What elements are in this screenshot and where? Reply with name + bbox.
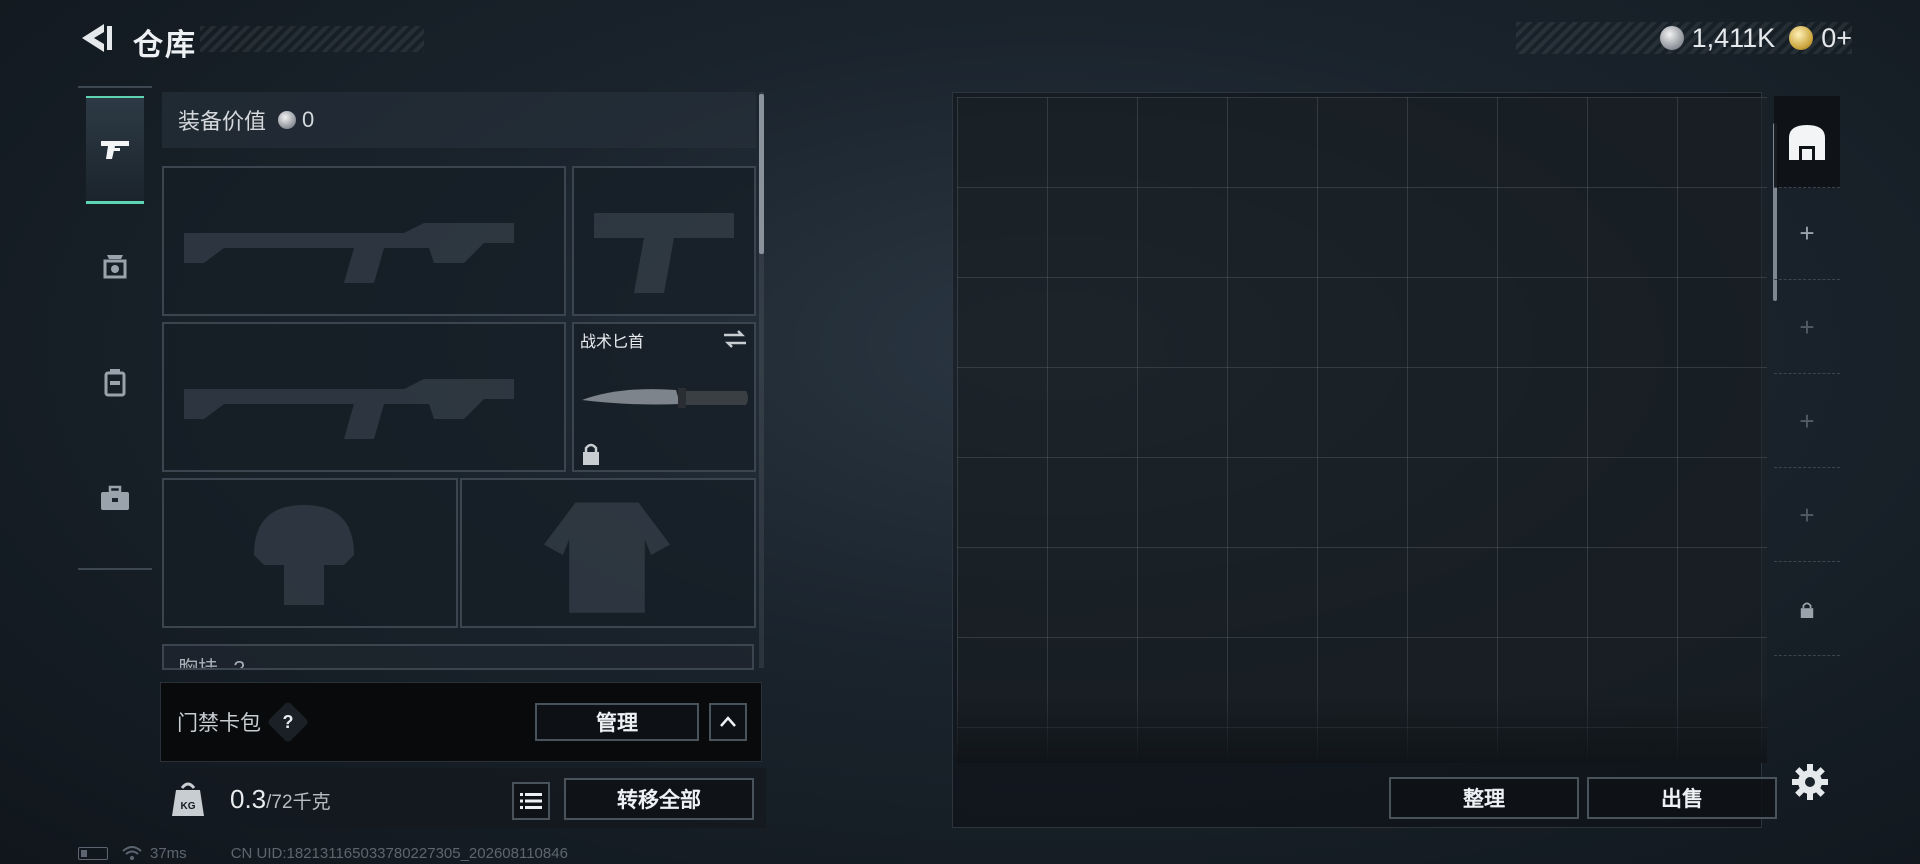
chest-rig-extra: ? bbox=[233, 658, 245, 670]
pistol-silhouette-icon bbox=[594, 213, 734, 293]
sell-button[interactable]: 出售 bbox=[1587, 777, 1777, 819]
storage-page-main[interactable] bbox=[1774, 96, 1840, 188]
silver-amount: 1,411K bbox=[1691, 22, 1776, 53]
helmet-silhouette-icon bbox=[254, 505, 354, 605]
lock-icon bbox=[583, 443, 599, 465]
loadout-panel: 装备价值 0 战术匕首 胸挂 ? 门禁卡包 ? 管理 KG 0.3/72千克 转… bbox=[160, 92, 766, 828]
weight-max: /72千克 bbox=[266, 792, 331, 813]
vest-silhouette-icon bbox=[544, 502, 670, 613]
pistol-icon bbox=[101, 140, 129, 159]
gold-currency[interactable]: 0+ bbox=[1789, 23, 1852, 54]
wifi-icon bbox=[122, 846, 142, 860]
loadout-scrollbar[interactable] bbox=[759, 94, 764, 254]
plus-icon: + bbox=[1799, 218, 1815, 248]
page-title: 仓库 bbox=[133, 29, 197, 62]
pistol-slot[interactable] bbox=[572, 166, 756, 316]
settings-button[interactable] bbox=[1790, 762, 1830, 802]
currency-bar: 1,411K 0+ bbox=[1516, 22, 1852, 54]
storage-page-locked[interactable] bbox=[1774, 564, 1840, 656]
backpack-icon bbox=[104, 369, 126, 397]
weight-bar: KG 0.3/72千克 转移全部 bbox=[160, 768, 766, 828]
equipment-value-amount: 0 bbox=[302, 107, 315, 132]
weight-current: 0.3 bbox=[230, 784, 267, 814]
silver-coin-icon bbox=[278, 111, 297, 129]
gear-icon bbox=[1792, 764, 1828, 800]
category-tabs bbox=[78, 86, 152, 570]
transfer-all-button[interactable]: 转移全部 bbox=[564, 778, 754, 820]
tab-weapons[interactable] bbox=[86, 96, 144, 204]
keycard-label: 门禁卡包 bbox=[177, 712, 261, 735]
ping-readout: 37ms bbox=[150, 844, 187, 862]
manage-button[interactable]: 管理 bbox=[535, 703, 699, 741]
list-view-button[interactable] bbox=[512, 782, 550, 820]
grid-fade bbox=[957, 693, 1767, 763]
svg-text:KG: KG bbox=[181, 801, 196, 812]
list-icon bbox=[520, 793, 542, 809]
user-uid: CN UID:18213116503378022730​5_2026081108… bbox=[230, 844, 568, 862]
sort-button[interactable]: 整理 bbox=[1389, 777, 1579, 819]
help-icon[interactable]: ? bbox=[266, 700, 310, 744]
status-bar: 37ms CN UID:18213116503378022730​5_20260… bbox=[78, 842, 568, 864]
gold-amount: 0+ bbox=[1821, 22, 1852, 53]
rifle-silhouette-icon bbox=[184, 379, 514, 439]
secondary-weapon-slot[interactable] bbox=[162, 322, 566, 472]
equipment-value-label: 装备价值 bbox=[178, 109, 267, 134]
weight-readout: 0.3/72千克 bbox=[230, 784, 331, 815]
plus-icon: + bbox=[1799, 312, 1815, 342]
chevron-up-icon bbox=[720, 716, 736, 727]
primary-weapon-slot[interactable] bbox=[162, 166, 566, 316]
keycard-bar: 门禁卡包 ? 管理 bbox=[160, 682, 762, 762]
tactical-knife-icon bbox=[582, 388, 748, 408]
plus-icon: + bbox=[1799, 406, 1815, 436]
warehouse-icon bbox=[1789, 124, 1825, 160]
storage-grid[interactable] bbox=[957, 97, 1767, 761]
help-icon-glyph: ? bbox=[282, 711, 294, 732]
swap-icon[interactable] bbox=[722, 328, 748, 350]
storage-page-add-2[interactable]: + bbox=[1774, 282, 1840, 374]
silver-coin-icon bbox=[1659, 26, 1684, 50]
lock-icon bbox=[1800, 601, 1814, 618]
tab-armor[interactable] bbox=[86, 212, 144, 320]
rifle-silhouette-icon bbox=[184, 223, 514, 283]
storage-pages: + + + + bbox=[1774, 92, 1840, 822]
back-arrow-icon bbox=[82, 24, 112, 52]
storage-page-add-4[interactable]: + bbox=[1774, 470, 1840, 562]
tab-backpack[interactable] bbox=[86, 328, 144, 436]
toolbox-icon bbox=[101, 485, 129, 510]
collapse-button[interactable] bbox=[709, 703, 747, 741]
melee-slot[interactable]: 战术匕首 bbox=[572, 322, 756, 472]
plus-icon: + bbox=[1799, 500, 1815, 530]
chest-rig-label: 胸挂 bbox=[178, 658, 218, 670]
storage-page-add-3[interactable]: + bbox=[1774, 376, 1840, 468]
body-armor-slot[interactable] bbox=[460, 478, 756, 628]
back-button[interactable] bbox=[76, 18, 116, 58]
storage-page-add-1[interactable]: + bbox=[1774, 188, 1840, 280]
storage-panel: 整理 出售 bbox=[952, 92, 1777, 828]
gold-coin-icon bbox=[1789, 26, 1814, 50]
weight-kg-icon: KG bbox=[172, 782, 204, 816]
title-decoration bbox=[200, 26, 424, 52]
silver-currency[interactable]: 1,411K bbox=[1659, 22, 1776, 54]
battery-icon bbox=[78, 846, 108, 860]
helmet-slot[interactable] bbox=[162, 478, 458, 628]
chest-rig-slot[interactable]: 胸挂 ? bbox=[162, 644, 754, 670]
tab-case[interactable] bbox=[86, 444, 144, 552]
helmet-armor-icon bbox=[103, 255, 127, 279]
equipment-value: 装备价值 0 bbox=[162, 92, 756, 148]
knife-label: 战术匕首 bbox=[580, 334, 645, 351]
